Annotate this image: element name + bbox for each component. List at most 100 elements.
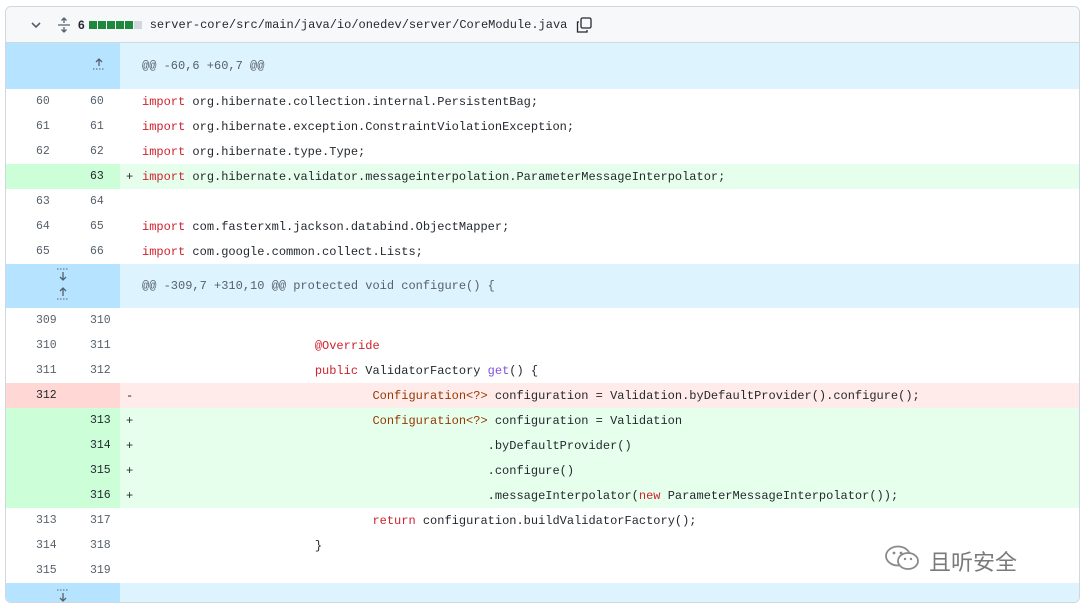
code-keyword: public [314, 363, 359, 378]
code-text: } [314, 538, 323, 553]
diff-sign [126, 539, 142, 553]
code-keyword: import [142, 119, 186, 134]
code-line: import org.hibernate.exception.Constrain… [120, 114, 1079, 139]
expand-row-filler [120, 583, 1079, 602]
diff-line: 63 64 [6, 189, 1079, 214]
changed-line-count: 6 [78, 17, 85, 32]
chevron-down-icon[interactable] [28, 17, 44, 33]
old-line-number[interactable]: 63 [6, 189, 74, 214]
diff-sign [126, 364, 142, 378]
new-line-number[interactable]: 60 [74, 89, 120, 114]
diff-sign: + [126, 413, 134, 428]
diff-sign [126, 195, 142, 209]
code-line: public ValidatorFactory get() { [120, 358, 1079, 383]
new-line-number[interactable]: 311 [74, 333, 120, 358]
diff-line: 309 310 [6, 308, 1079, 333]
old-line-number[interactable]: 313 [6, 508, 74, 533]
diff-sign [126, 514, 142, 528]
code-text: ValidatorFactory [358, 363, 488, 378]
old-line-number[interactable]: 311 [6, 358, 74, 383]
diffstat-square [97, 20, 106, 29]
old-line-number[interactable] [6, 483, 74, 508]
diff-line: 310 311 @Override [6, 333, 1079, 358]
new-line-number[interactable]: 314 [74, 433, 120, 458]
diff-line: 60 60 import org.hibernate.collection.int… [6, 89, 1079, 114]
diff-sign: + [126, 169, 134, 184]
old-line-number[interactable] [6, 433, 74, 458]
new-line-number[interactable] [74, 383, 120, 408]
old-line-number[interactable] [6, 458, 74, 483]
code-text: org.hibernate.type.Type; [185, 144, 366, 159]
expand-up-icon [91, 57, 107, 71]
code-line: + .messageInterpolator(new ParameterMess… [120, 483, 1079, 508]
diff-sign [126, 145, 142, 159]
old-line-number[interactable]: 312 [6, 383, 74, 408]
new-line-number[interactable]: 318 [74, 533, 120, 558]
diff-sign: + [126, 463, 134, 478]
new-line-number[interactable]: 66 [74, 239, 120, 264]
diff-line: 313 + Configuration<?> configuration = Va… [6, 408, 1079, 433]
diffstat-square [115, 20, 124, 29]
new-line-number[interactable]: 312 [74, 358, 120, 383]
old-line-number[interactable]: 309 [6, 308, 74, 333]
expand-up-button[interactable] [6, 43, 120, 89]
code-type: Configuration<?> [372, 388, 488, 403]
diffstat-bar [88, 20, 142, 29]
diff-line: 311 312 public ValidatorFactory get() { [6, 358, 1079, 383]
old-line-number[interactable]: 314 [6, 533, 74, 558]
expand-all-icon[interactable] [56, 16, 72, 33]
old-line-number[interactable]: 65 [6, 239, 74, 264]
old-line-number[interactable]: 310 [6, 333, 74, 358]
old-line-number[interactable]: 315 [6, 558, 74, 583]
diffstat-square [88, 20, 97, 29]
new-line-number[interactable]: 319 [74, 558, 120, 583]
file-path[interactable]: server-core/src/main/java/io/onedev/serv… [150, 18, 568, 32]
code-text: configuration.buildValidatorFactory(); [415, 513, 697, 528]
code-line: - Configuration<?> configuration = Valid… [120, 383, 1079, 408]
old-line-number[interactable] [6, 164, 74, 189]
hunk-header: @@ -60,6 +60,7 @@ [120, 43, 1079, 89]
diff-sign [126, 339, 142, 353]
code-keyword: import [142, 169, 186, 184]
new-line-number[interactable]: 64 [74, 189, 120, 214]
diff-line: 62 62 import org.hibernate.type.Type; [6, 139, 1079, 164]
new-line-number[interactable]: 63 [74, 164, 120, 189]
old-line-number[interactable] [6, 408, 74, 433]
diffstat-square [106, 20, 115, 29]
copy-icon[interactable] [575, 16, 593, 34]
new-line-number[interactable]: 313 [74, 408, 120, 433]
new-line-number[interactable]: 316 [74, 483, 120, 508]
code-line: + import org.hibernate.validator.messagei… [120, 164, 1079, 189]
old-line-number[interactable]: 64 [6, 214, 74, 239]
code-text: org.hibernate.validator.messageinterpola… [185, 169, 726, 184]
diff-table: @@ -60,6 +60,7 @@ 60 60 import org.hibern… [6, 43, 1079, 602]
old-line-number[interactable]: 61 [6, 114, 74, 139]
new-line-number[interactable]: 61 [74, 114, 120, 139]
new-line-number[interactable]: 310 [74, 308, 120, 333]
diff-line: 61 61 import org.hibernate.exception.Cons… [6, 114, 1079, 139]
old-line-number[interactable]: 60 [6, 89, 74, 114]
new-line-number[interactable]: 315 [74, 458, 120, 483]
watermark: 且听安全 [883, 543, 1017, 579]
diff-sign: + [126, 438, 134, 453]
new-line-number[interactable]: 317 [74, 508, 120, 533]
new-line-number[interactable]: 65 [74, 214, 120, 239]
code-keyword: new [638, 488, 661, 503]
diff-sign [126, 120, 142, 134]
code-line: import org.hibernate.type.Type; [120, 139, 1079, 164]
code-keyword: import [142, 94, 186, 109]
diff-line: 63 + import org.hibernate.validator.messag… [6, 164, 1079, 189]
new-line-number[interactable]: 62 [74, 139, 120, 164]
diff-sign: - [126, 388, 134, 403]
old-line-number[interactable]: 62 [6, 139, 74, 164]
expand-down-icon [55, 588, 71, 602]
code-line [120, 308, 1079, 333]
diff-line: 65 66 import com.google.common.collect.Li… [6, 239, 1079, 264]
expand-both-button[interactable] [6, 264, 120, 308]
expand-down-button[interactable] [6, 583, 120, 602]
